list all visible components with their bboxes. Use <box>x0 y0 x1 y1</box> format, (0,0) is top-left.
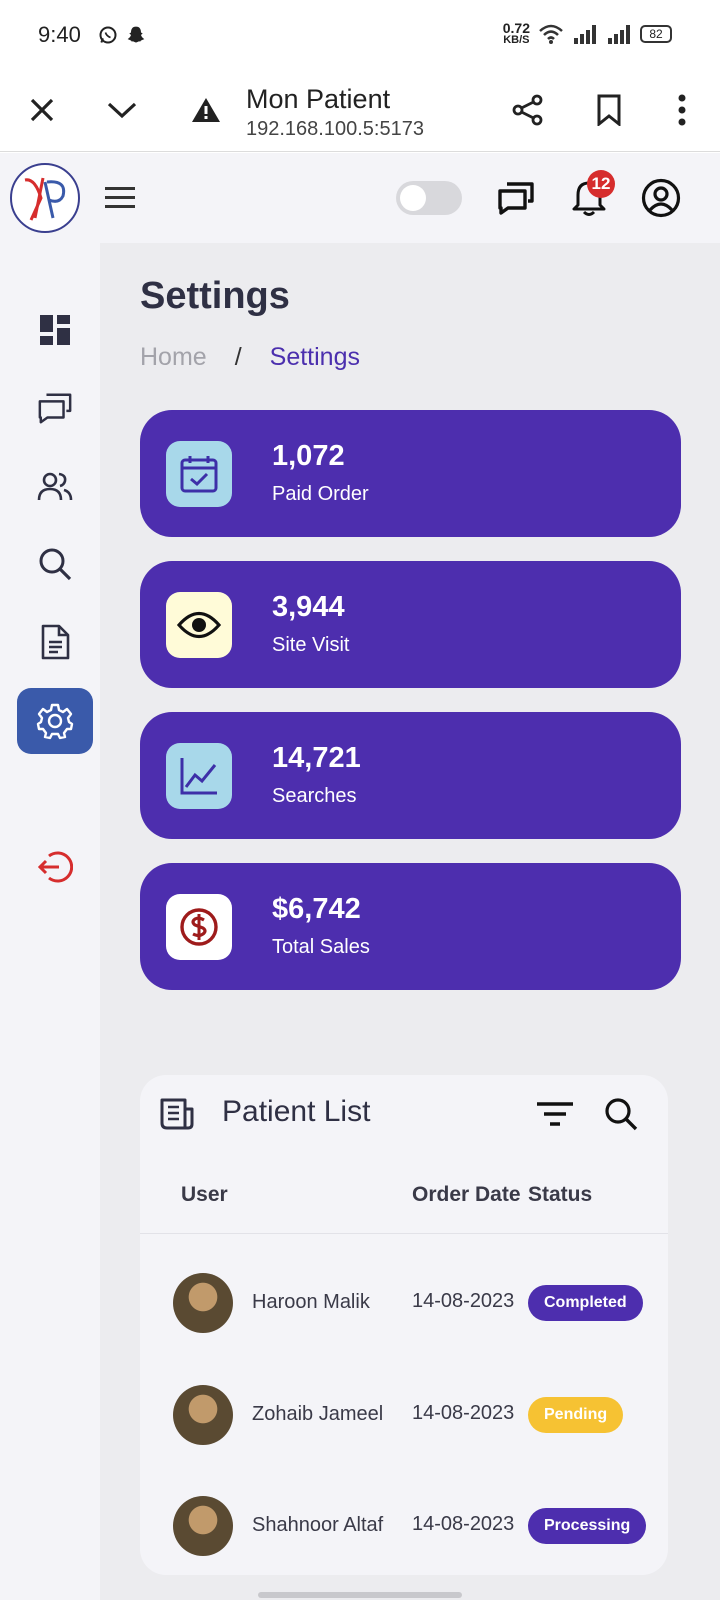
battery-indicator: 82 <box>640 24 672 43</box>
table-row[interactable]: Haroon Malik 14-08-2023 Completed <box>140 1253 668 1353</box>
user-circle-icon[interactable] <box>638 175 684 221</box>
sidebar-item-logout[interactable] <box>17 834 93 900</box>
warning-icon[interactable] <box>184 88 228 132</box>
stat-card-searches[interactable]: 14,721 Searches <box>140 712 681 839</box>
newspaper-icon <box>158 1095 196 1133</box>
breadcrumb-separator: / <box>234 343 242 371</box>
status-badge: Processing <box>528 1508 647 1544</box>
patient-name: Zohaib Jameel <box>252 1403 384 1425</box>
column-header-status[interactable]: Status <box>528 1183 592 1207</box>
toggle-knob <box>400 185 426 211</box>
more-vert-icon[interactable] <box>660 88 704 132</box>
search-icon <box>39 548 72 581</box>
logo-mark <box>24 177 66 221</box>
filter-icon[interactable] <box>534 1095 576 1133</box>
theme-toggle[interactable] <box>396 181 462 215</box>
app-header: 12 <box>0 153 720 243</box>
sidebar-item-users[interactable] <box>17 453 93 519</box>
stat-card-paid-order[interactable]: 1,072 Paid Order <box>140 410 681 537</box>
share-icon[interactable] <box>506 88 550 132</box>
patient-list-title: Patient List <box>222 1095 371 1128</box>
stat-label: Paid Order <box>272 483 369 505</box>
table-row[interactable]: Zohaib Jameel 14-08-2023 Pending <box>140 1365 668 1465</box>
avatar <box>173 1496 233 1556</box>
avatar <box>173 1385 233 1445</box>
bookmark-icon[interactable] <box>587 88 631 132</box>
app-logo[interactable] <box>10 163 80 233</box>
status-badge: Completed <box>528 1285 643 1321</box>
page-title: Settings <box>140 275 290 317</box>
sidebar-item-messages[interactable] <box>17 375 93 441</box>
column-header-order-date[interactable]: Order Date <box>412 1183 521 1207</box>
browser-url[interactable]: 192.168.100.5:5173 <box>246 118 424 141</box>
status-bar: 9:40 0.72 KB/S 82 <box>0 0 720 72</box>
calendar-check-icon <box>166 441 232 507</box>
chat-icon <box>38 393 72 424</box>
menu-icon[interactable] <box>100 177 140 217</box>
sidebar-item-settings[interactable] <box>17 688 93 754</box>
wifi-icon <box>539 24 563 44</box>
notification-badge: 12 <box>587 170 615 198</box>
table-row[interactable]: Shahnoor Altaf 14-08-2023 Processing <box>140 1476 668 1576</box>
stat-label: Total Sales <box>272 936 370 958</box>
chat-icon[interactable] <box>493 175 539 221</box>
network-speed: 0.72 KB/S <box>502 20 530 46</box>
stat-value: 3,944 <box>272 591 345 623</box>
breadcrumb: Home / Settings <box>140 343 360 372</box>
status-badge: Pending <box>528 1397 624 1433</box>
patient-list-panel: Patient List User Order Date Status Haro… <box>140 1075 668 1575</box>
dashboard-icon <box>40 315 70 345</box>
close-icon[interactable] <box>20 88 64 132</box>
table-header-divider <box>140 1233 668 1234</box>
stat-value: 1,072 <box>272 440 345 472</box>
status-time: 9:40 <box>38 22 81 47</box>
order-date: 14-08-2023 <box>412 1513 515 1535</box>
sidebar-item-search[interactable] <box>17 531 93 597</box>
column-header-user[interactable]: User <box>181 1183 228 1207</box>
patient-name: Haroon Malik <box>252 1291 370 1313</box>
main-content: Settings Home / Settings 1,072 Paid Orde… <box>100 243 720 1600</box>
breadcrumb-current: Settings <box>269 343 360 371</box>
avatar <box>173 1273 233 1333</box>
gear-icon <box>36 703 74 740</box>
stat-label: Site Visit <box>272 634 350 656</box>
sidebar-item-dashboard[interactable] <box>17 297 93 363</box>
breadcrumb-home[interactable]: Home <box>140 343 207 372</box>
stat-card-total-sales[interactable]: $6,742 Total Sales <box>140 863 681 990</box>
whatsapp-icon <box>99 26 117 44</box>
stat-card-site-visit[interactable]: 3,944 Site Visit <box>140 561 681 688</box>
document-icon <box>41 624 70 660</box>
snapchat-icon <box>127 26 145 43</box>
order-date: 14-08-2023 <box>412 1402 515 1424</box>
signal-icon <box>574 24 596 44</box>
patient-name: Shahnoor Altaf <box>252 1514 384 1536</box>
eye-icon <box>166 592 232 658</box>
status-app-icons <box>98 25 146 45</box>
browser-page-title: Mon Patient <box>246 84 391 114</box>
users-icon <box>37 472 73 501</box>
chevron-down-icon[interactable] <box>100 88 144 132</box>
signal-icon <box>608 24 630 44</box>
line-chart-icon <box>166 743 232 809</box>
stat-value: 14,721 <box>272 742 361 774</box>
logout-icon <box>37 851 73 883</box>
browser-toolbar: Mon Patient 192.168.100.5:5173 <box>0 72 720 152</box>
sidebar <box>0 243 100 1600</box>
stat-value: $6,742 <box>272 893 361 925</box>
dollar-icon <box>166 894 232 960</box>
search-icon[interactable] <box>600 1093 642 1135</box>
stat-label: Searches <box>272 785 357 807</box>
home-indicator[interactable] <box>258 1592 462 1598</box>
order-date: 14-08-2023 <box>412 1290 515 1312</box>
sidebar-item-documents[interactable] <box>17 609 93 675</box>
